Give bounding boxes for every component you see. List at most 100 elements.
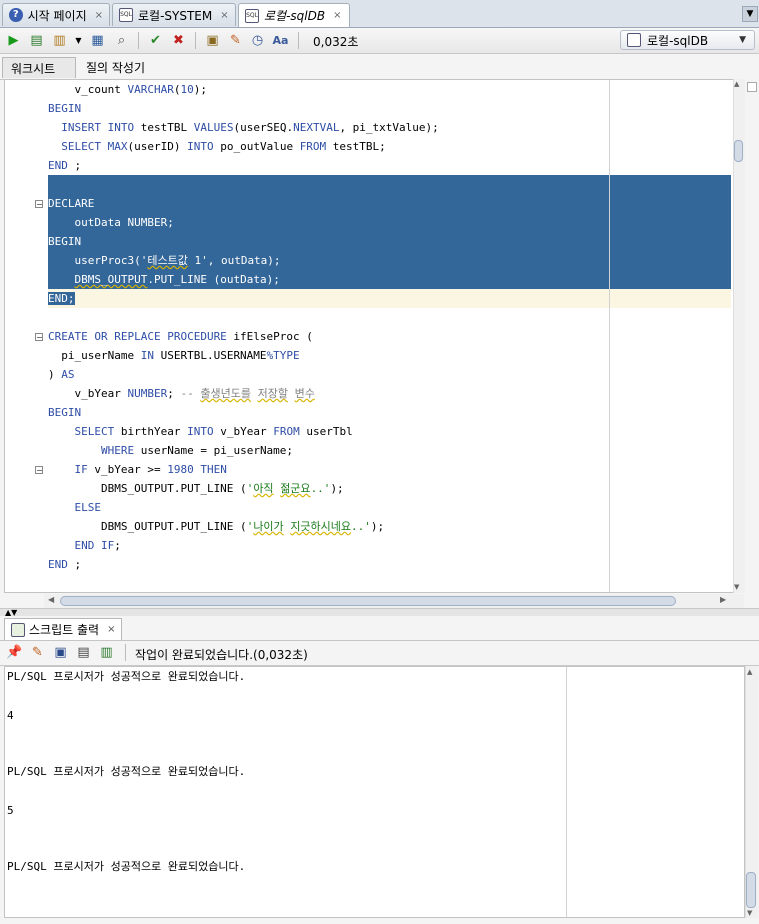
commit-icon[interactable]: ▥	[51, 32, 68, 49]
close-icon[interactable]: ×	[95, 10, 103, 21]
editor-hscroll-thumb[interactable]	[60, 596, 676, 606]
toolbar-divider	[298, 32, 299, 49]
tab-query-builder[interactable]: 질의 작성기	[78, 57, 158, 78]
rollback-icon[interactable]: ✖	[170, 32, 187, 49]
right-margin-guide	[566, 667, 567, 917]
clear-eraser-icon[interactable]: ✎	[29, 644, 46, 661]
code-line: pi_userName IN USERTBL.USERNAME%TYPE	[48, 349, 300, 362]
output-line: 4	[7, 709, 14, 722]
output-panel-tabs: 스크립트 출력 ×	[0, 616, 759, 641]
right-margin-guide	[609, 80, 610, 592]
close-icon[interactable]: ×	[107, 624, 115, 635]
code-line: BEGIN	[48, 406, 82, 419]
code-line-selected: BEGIN	[48, 232, 731, 251]
chevron-down-icon: ▼	[739, 35, 746, 45]
code-line: END IF;	[74, 539, 121, 552]
chevron-down-icon[interactable]: ▼	[70, 32, 87, 49]
code-line: DBMS_OUTPUT.PUT_LINE ('아직 젊군요..');	[48, 482, 344, 495]
scroll-down-icon[interactable]: ▼	[747, 909, 752, 917]
tab-start-page[interactable]: ? 시작 페이지 ×	[2, 3, 110, 26]
tab-worksheet[interactable]: 워크시트	[2, 57, 76, 78]
code-line-selected	[48, 175, 731, 194]
code-line-selected: DECLARE	[48, 194, 731, 213]
fold-collapse-icon[interactable]: −	[35, 333, 43, 342]
output-status: 작업이 완료되었습니다.(0,032초)	[135, 648, 308, 662]
worksheet-subtabs: 워크시트 질의 작성기	[0, 55, 759, 80]
document-tab-bar: ? 시작 페이지 × SQL 로컬-SYSTEM × SQL 로컬-sqlDB …	[0, 0, 759, 28]
code-line: WHERE userName = pi_userName;	[100, 444, 294, 457]
output-toolbar: 📌 ✎ ▣ ▤ ▥ 작업이 완료되었습니다.(0,032초)	[0, 641, 759, 666]
close-icon[interactable]: ×	[333, 10, 341, 21]
tab-list-dropdown-icon[interactable]: ▼	[742, 6, 758, 22]
script-output-icon	[11, 622, 25, 637]
code-line: BEGIN	[48, 102, 82, 115]
connection-label: 로컬-sqlDB	[647, 33, 709, 48]
output-line: 5	[7, 804, 14, 817]
code-line: SELECT birthYear INTO v_bYear FROM userT…	[74, 425, 353, 438]
code-line: IF v_bYear >= 1980 THEN	[74, 463, 227, 476]
code-line: v_count VARCHAR(10);	[48, 83, 207, 96]
autotrace-icon[interactable]: ⌕	[113, 32, 130, 49]
close-icon[interactable]: ×	[220, 10, 228, 21]
code-line: DBMS_OUTPUT.PUT_LINE ('나이가 지긋하시네요..');	[48, 520, 385, 533]
code-line-selected: userProc3('테스트값 1', outData);	[48, 251, 731, 270]
code-line-selected: outData NUMBER;	[48, 213, 731, 232]
sql-tuning-icon[interactable]: ▣	[204, 32, 221, 49]
pin-icon[interactable]: 📌	[6, 644, 23, 661]
code-line-selected: DBMS_OUTPUT.PUT_LINE (outData);	[48, 270, 731, 289]
scroll-right-icon[interactable]: ▶	[720, 595, 726, 604]
worksheet-toolbar: ▶ ▤ ▥ ▼ ▦ ⌕ ✔ ✖ ▣ ✎ ◷ Aa 0,032초 로컬-sqlDB…	[0, 28, 759, 54]
database-icon	[627, 33, 641, 47]
code-line-current: END;	[48, 289, 731, 308]
code-line: END ;	[48, 558, 82, 571]
sql-worksheet-icon: SQL	[245, 8, 259, 23]
fold-collapse-icon[interactable]: −	[35, 200, 43, 209]
run-statement-icon[interactable]: ▶	[5, 32, 22, 49]
tab-script-output[interactable]: 스크립트 출력 ×	[4, 618, 123, 640]
code-line: INSERT INTO testTBL VALUES(userSEQ.NEXTV…	[61, 121, 439, 134]
scroll-left-icon[interactable]: ◀	[48, 595, 54, 604]
toolbar-divider	[195, 32, 196, 49]
tab-label: 로컬-SYSTEM	[138, 8, 213, 23]
tab-local-sqldb[interactable]: SQL 로컬-sqlDB ×	[238, 3, 350, 27]
output-line: PL/SQL 프로시저가 성공적으로 완료되었습니다.	[7, 765, 246, 778]
output-scroll-thumb[interactable]	[746, 872, 756, 908]
tab-local-system[interactable]: SQL 로컬-SYSTEM ×	[112, 3, 236, 26]
output-line: PL/SQL 프로시저가 성공적으로 완료되었습니다.	[7, 860, 246, 873]
code-line: CREATE OR REPLACE PROCEDURE ifElseProc (	[48, 330, 313, 343]
format-case-icon[interactable]: Aa	[272, 32, 289, 49]
sql-history-icon[interactable]: ◷	[249, 32, 266, 49]
explain-plan-icon[interactable]: ▦	[89, 32, 106, 49]
run-script-icon[interactable]: ▤	[28, 32, 45, 49]
toolbar-divider	[125, 644, 126, 661]
tab-label: 시작 페이지	[27, 8, 87, 23]
scroll-down-icon[interactable]: ▼	[734, 583, 739, 591]
connection-select[interactable]: 로컬-sqlDB ▼	[620, 30, 755, 50]
fold-collapse-icon[interactable]: −	[35, 466, 43, 475]
editor-scroll-thumb[interactable]	[734, 140, 743, 162]
sql-worksheet-icon: SQL	[119, 8, 133, 22]
overview-ruler	[745, 79, 759, 603]
help-icon: ?	[9, 8, 23, 22]
code-line: SELECT MAX(userID) INTO po_outValue FROM…	[61, 140, 386, 153]
script-output-area[interactable]: PL/SQL 프로시저가 성공적으로 완료되었습니다. 4 PL/SQL 프로시…	[4, 666, 745, 918]
print-icon[interactable]: ▤	[75, 644, 92, 661]
code-line: v_bYear NUMBER; -- 출생년도를 저장할 변수	[48, 387, 315, 400]
clear-eraser-icon[interactable]: ✎	[227, 32, 244, 49]
scroll-up-icon[interactable]: ▲	[747, 668, 752, 676]
code-line: ELSE	[74, 501, 102, 514]
overview-box	[747, 82, 757, 92]
tab-label: 로컬-sqlDB	[264, 9, 326, 23]
save-icon[interactable]: ▣	[52, 644, 69, 661]
toolbar-divider	[138, 32, 139, 49]
tab-label: 스크립트 출력	[29, 623, 100, 637]
commit-transaction-icon[interactable]: ✔	[147, 32, 164, 49]
code-line: END ;	[48, 159, 82, 172]
open-script-icon[interactable]: ▥	[98, 644, 115, 661]
sql-editor[interactable]: v_count VARCHAR(10); BEGIN INSERT INTO t…	[4, 79, 745, 593]
execution-time: 0,032초	[313, 35, 359, 49]
code-line: ) AS	[48, 368, 75, 381]
output-line: PL/SQL 프로시저가 성공적으로 완료되었습니다.	[7, 670, 246, 683]
scroll-up-icon[interactable]: ▲	[734, 80, 739, 88]
